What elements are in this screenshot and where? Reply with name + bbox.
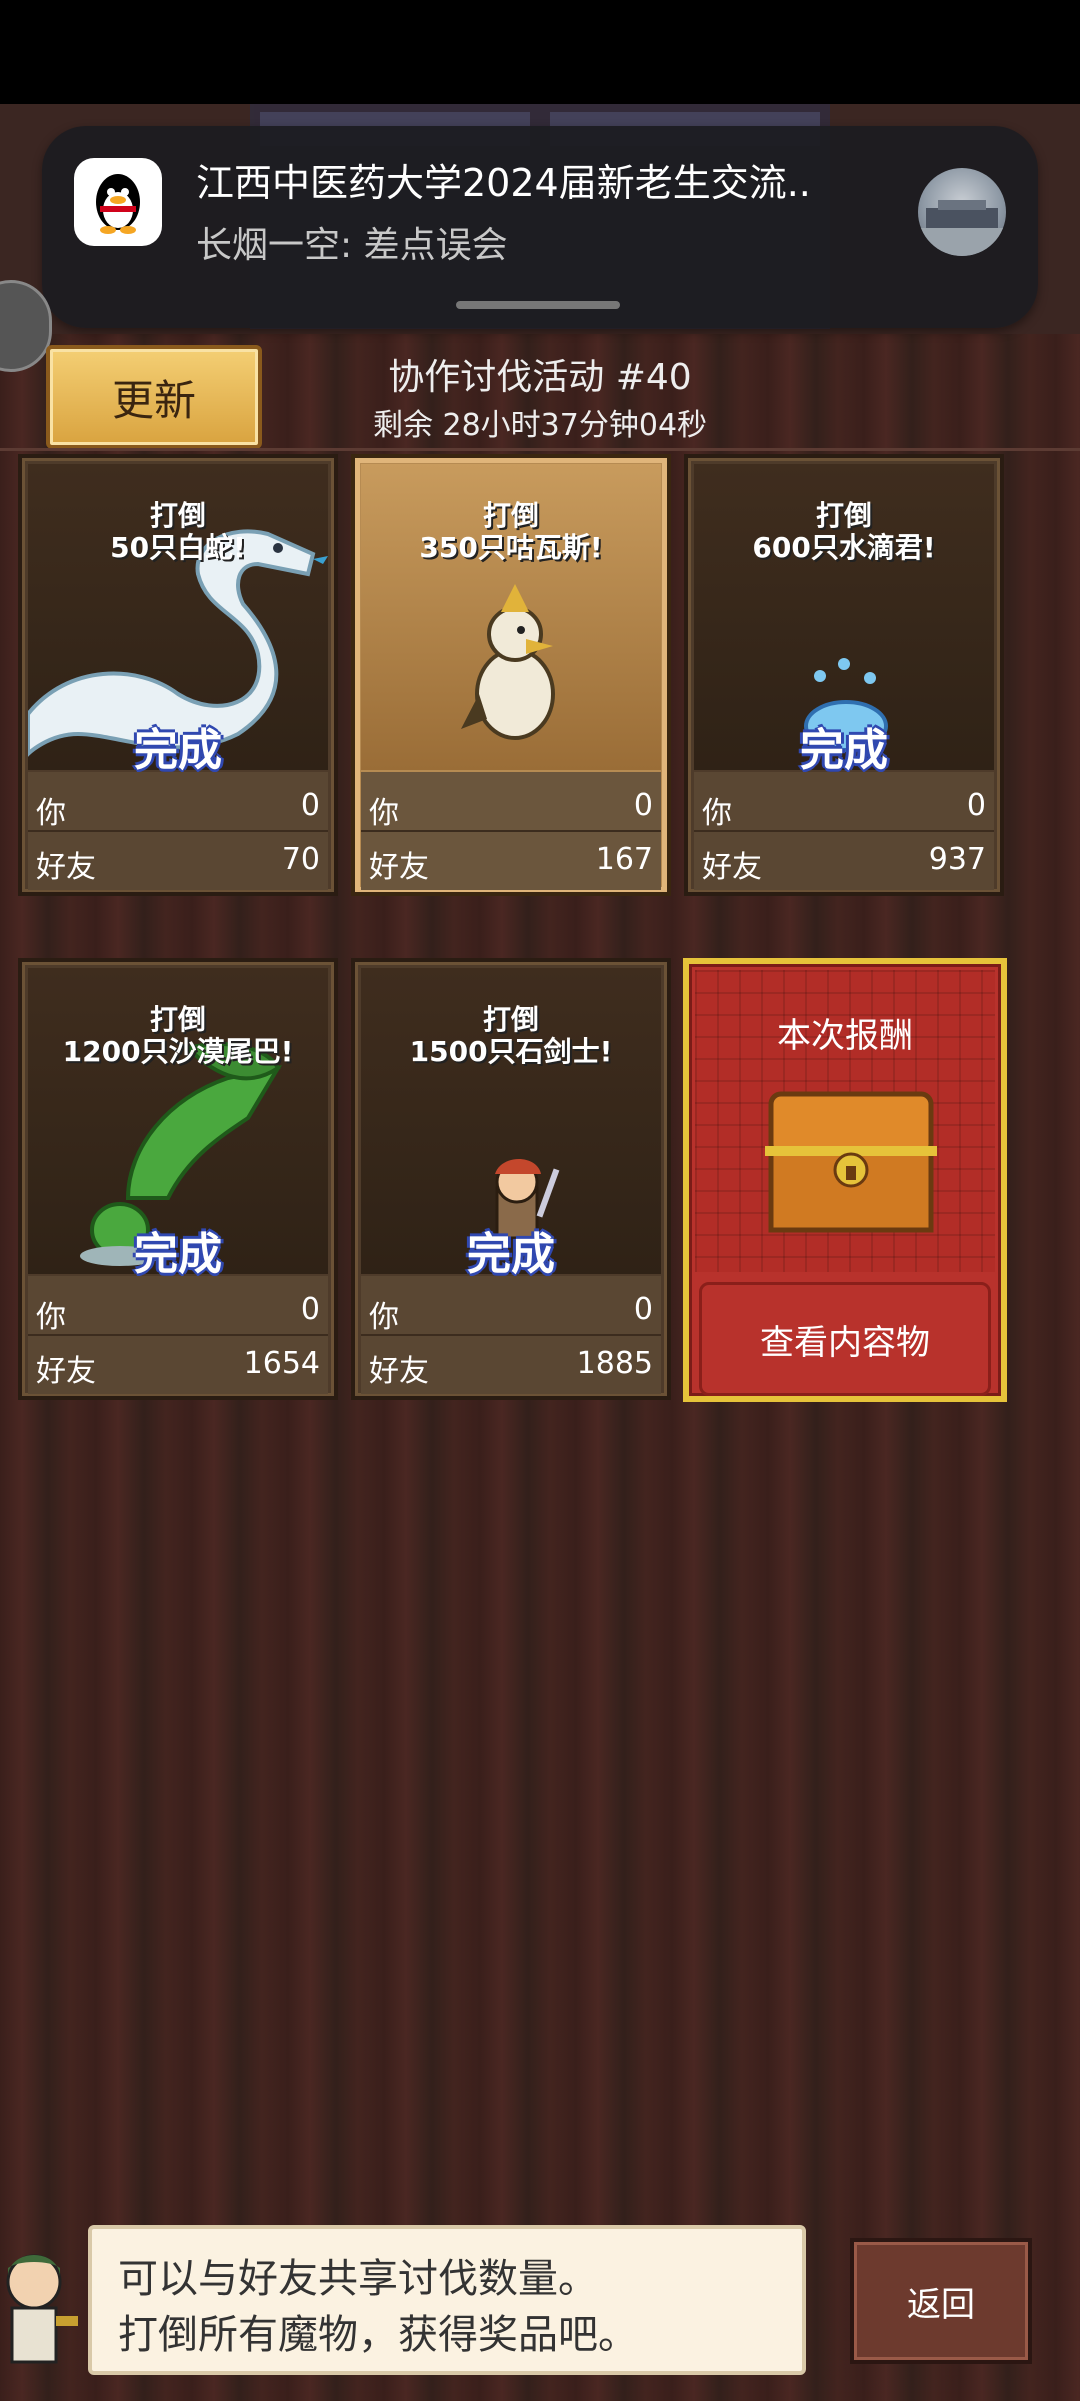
quest-card-stone-swordsman[interactable]: 打倒 1500只石剑士! 完成 你 0 好友 1885: [351, 958, 671, 1400]
card-title-line1: 打倒: [482, 499, 539, 532]
you-row: 你 0: [36, 1292, 320, 1336]
friend-label: 好友: [369, 850, 429, 885]
qq-notification[interactable]: 江西中医药大学2024届新老生交流.. 长烟一空: 差点误会: [42, 126, 1038, 328]
you-row: 你 0: [369, 1292, 653, 1336]
card-complete-label: 完成: [800, 725, 888, 776]
quest-card-water-drop[interactable]: 打倒 600只水滴君! 完成 你 0 好友 937: [684, 454, 1004, 896]
card-title: 打倒 50只白蛇!: [22, 500, 334, 564]
card-complete-label: 完成: [134, 725, 222, 776]
card-title-line2: 1200只沙漠尾巴!: [62, 1035, 294, 1068]
you-label: 你: [702, 796, 732, 831]
qq-penguin-icon: [74, 158, 162, 246]
card-title-line1: 打倒: [149, 1003, 206, 1036]
friend-value: 70: [281, 842, 320, 877]
card-title-line1: 打倒: [482, 1003, 539, 1036]
notification-drag-handle[interactable]: [456, 301, 620, 309]
event-timer: 剩余 28小时37分钟04秒: [372, 408, 708, 443]
friend-row: 好友 70: [36, 842, 320, 886]
you-label: 你: [36, 1300, 66, 1335]
header-divider: [0, 448, 1080, 451]
card-title-line2: 600只水滴君!: [752, 531, 936, 564]
view-contents-button[interactable]: 查看内容物: [699, 1282, 991, 1396]
you-label: 你: [369, 1300, 399, 1335]
you-value: 0: [300, 1292, 320, 1327]
you-row: 你 0: [702, 788, 986, 832]
card-title-line2: 1500只石剑士!: [409, 1035, 613, 1068]
back-button[interactable]: 返回: [850, 2238, 1032, 2364]
hint-line2: 打倒所有魔物，获得奖品吧。: [118, 2312, 638, 2358]
status-bar: [0, 0, 1080, 104]
card-title: 打倒 1500只石剑士!: [355, 1004, 667, 1068]
card-title: 打倒 1200只沙漠尾巴!: [22, 1004, 334, 1068]
card-title: 打倒 600只水滴君!: [688, 500, 1000, 564]
reward-title: 本次报酬: [777, 1016, 913, 1056]
hint-speech-bubble: 可以与好友共享讨伐数量。 打倒所有魔物，获得奖品吧。: [88, 2225, 806, 2375]
friend-row: 好友 167: [369, 842, 653, 886]
friend-label: 好友: [36, 850, 96, 885]
friend-value: 1885: [576, 1346, 653, 1381]
npc-avatar: [0, 2232, 80, 2382]
you-value: 0: [633, 1292, 653, 1327]
quest-card-white-snake[interactable]: 打倒 50只白蛇! 完成 你 0 好友 70: [18, 454, 338, 896]
you-value: 0: [633, 788, 653, 823]
card-complete-label: 完成: [467, 1229, 555, 1280]
you-label: 你: [36, 796, 66, 831]
friend-label: 好友: [36, 1354, 96, 1389]
card-complete-label: 完成: [134, 1229, 222, 1280]
group-avatar: [918, 168, 1006, 256]
you-value: 0: [300, 788, 320, 823]
update-button[interactable]: 更新: [46, 345, 262, 449]
friend-label: 好友: [369, 1354, 429, 1389]
reward-card: 本次报酬 查看内容物: [683, 958, 1007, 1402]
you-value: 0: [966, 788, 986, 823]
friend-row: 好友 937: [702, 842, 986, 886]
quest-card-desert-tail[interactable]: 打倒 1200只沙漠尾巴! 完成 你 0 好友 1654: [18, 958, 338, 1400]
card-title: 打倒 350只咕瓦斯!: [355, 500, 667, 564]
friend-label: 好友: [702, 850, 762, 885]
friend-value: 937: [928, 842, 986, 877]
friend-value: 1654: [243, 1346, 320, 1381]
notification-message: 长烟一空: 差点误会: [196, 225, 508, 266]
event-title: 协作讨伐活动 #40: [388, 357, 692, 398]
friend-row: 好友 1885: [369, 1346, 653, 1390]
notification-title: 江西中医药大学2024届新老生交流..: [196, 161, 811, 205]
card-title-line1: 打倒: [149, 499, 206, 532]
you-row: 你 0: [36, 788, 320, 832]
you-label: 你: [369, 796, 399, 831]
hint-line1: 可以与好友共享讨伐数量。: [118, 2256, 598, 2302]
you-row: 你 0: [369, 788, 653, 832]
card-title-line1: 打倒: [815, 499, 872, 532]
card-title-line2: 350只咕瓦斯!: [419, 531, 603, 564]
friend-value: 167: [595, 842, 653, 877]
friend-row: 好友 1654: [36, 1346, 320, 1390]
card-title-line2: 50只白蛇!: [110, 531, 246, 564]
quest-card-guwasi[interactable]: 打倒 350只咕瓦斯! 你 0 好友 167: [351, 454, 671, 896]
